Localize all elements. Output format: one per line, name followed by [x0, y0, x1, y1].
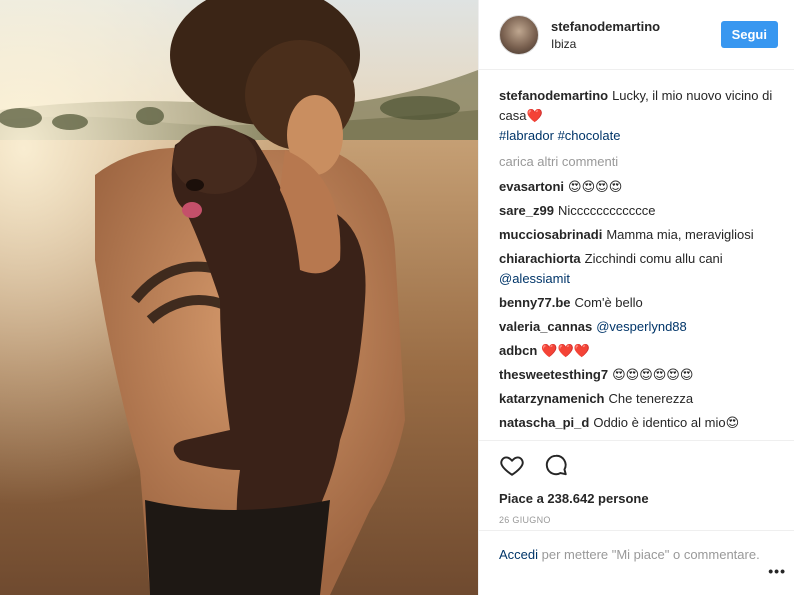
- comment-item: natascha_pi_d Oddio è identico al mio😍: [499, 413, 776, 433]
- comment-item: valeria_cannas @vesperlynd88: [499, 317, 776, 337]
- follow-button[interactable]: Segui: [720, 21, 778, 48]
- load-more-comments-button[interactable]: carica altri commenti: [499, 154, 776, 169]
- post-actions: Piace a 238.642 persone 26 GIUGNO: [479, 440, 794, 530]
- comment-item: mucciosabrinadi Mamma mia, meravigliosi: [499, 225, 776, 245]
- comment-author[interactable]: katarzynamenich: [499, 391, 605, 406]
- comment-item: adbcn ❤️❤️❤️: [499, 341, 776, 361]
- header-location[interactable]: Ibiza: [551, 37, 721, 51]
- comment-item: benny77.be Com'è bello: [499, 293, 776, 313]
- comment-author[interactable]: thesweetesthing7: [499, 367, 608, 382]
- comment-item: evasartoni 😍😍😍😍: [499, 177, 776, 197]
- heart-icon[interactable]: [499, 452, 527, 480]
- comment-author[interactable]: mucciosabrinadi: [499, 227, 602, 242]
- login-prompt-text: per mettere "Mi piace" o commentare.: [541, 547, 760, 562]
- more-options-icon[interactable]: •••: [768, 562, 786, 581]
- post-caption: stefanodemartino Lucky, il mio nuovo vici…: [499, 86, 776, 146]
- comment-text: Nicccccccccccce: [557, 203, 656, 218]
- comment-item: sare_z99 Nicccccccccccce: [499, 201, 776, 221]
- add-comment-section: Accedi per mettere "Mi piace" o commenta…: [479, 530, 794, 595]
- comment-item: katarzynamenich Che tenerezza: [499, 389, 776, 409]
- post-date: 26 GIUGNO: [499, 515, 551, 525]
- comment-mention[interactable]: @vesperlynd88: [596, 319, 687, 334]
- comment-author[interactable]: valeria_cannas: [499, 319, 592, 334]
- post-container: stefanodemartino Ibiza Segui stefanodema…: [0, 0, 794, 595]
- post-header: stefanodemartino Ibiza Segui: [479, 0, 794, 70]
- comment-author[interactable]: adbcn: [499, 343, 537, 358]
- header-username[interactable]: stefanodemartino: [551, 19, 721, 34]
- photo-illustration: [0, 0, 478, 595]
- comment-text: Che tenerezza: [608, 391, 694, 406]
- comment-text: 😍😍😍😍: [568, 179, 623, 194]
- comment-bubble-icon[interactable]: [543, 452, 571, 480]
- comment-author[interactable]: benny77.be: [499, 295, 571, 310]
- comment-author[interactable]: evasartoni: [499, 179, 564, 194]
- comment-item: thesweetesthing7 😍😍😍😍😍😍: [499, 365, 776, 385]
- comment-text: Com'è bello: [574, 295, 643, 310]
- comment-author[interactable]: natascha_pi_d: [499, 415, 589, 430]
- comment-text: Zicchindi comu allu cani: [584, 251, 723, 266]
- hashtag-chocolate[interactable]: #chocolate: [558, 128, 621, 143]
- post-photo[interactable]: [0, 0, 478, 595]
- caption-author[interactable]: stefanodemartino: [499, 88, 608, 103]
- comment-text: 😍😍😍😍😍😍: [612, 367, 694, 382]
- comment-item: chiarachiorta Zicchindi comu allu cani @a…: [499, 249, 776, 289]
- comment-text: Oddio è identico al mio😍: [593, 415, 740, 430]
- comment-text: ❤️❤️❤️: [541, 343, 590, 358]
- comments-area: stefanodemartino Lucky, il mio nuovo vici…: [479, 70, 794, 440]
- avatar[interactable]: [499, 14, 539, 55]
- comment-mention[interactable]: @alessiamit: [499, 271, 570, 286]
- comment-text: Mamma mia, meravigliosi: [606, 227, 754, 242]
- likes-count[interactable]: Piace a 238.642 persone: [499, 491, 776, 506]
- header-info: stefanodemartino Ibiza: [551, 19, 721, 51]
- login-link[interactable]: Accedi: [499, 547, 538, 562]
- hashtag-labrador[interactable]: #labrador: [499, 128, 554, 143]
- action-icons: [499, 451, 776, 481]
- comment-author[interactable]: sare_z99: [499, 203, 554, 218]
- post-sidebar: stefanodemartino Ibiza Segui stefanodema…: [478, 0, 794, 595]
- comment-author[interactable]: chiarachiorta: [499, 251, 581, 266]
